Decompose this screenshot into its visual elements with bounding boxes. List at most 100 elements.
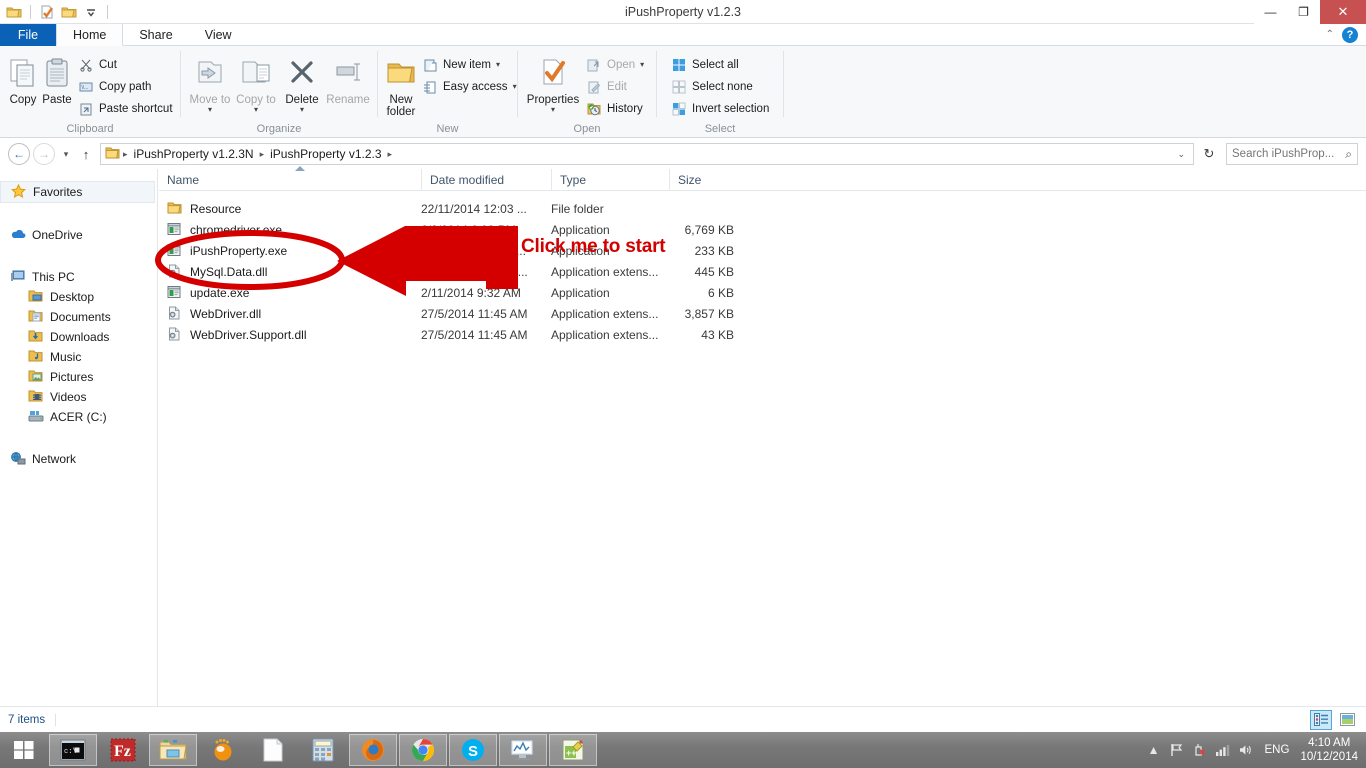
breadcrumb-separator-0[interactable]: ▸	[122, 149, 129, 160]
edit-button[interactable]: Edit	[582, 76, 648, 97]
rename-button[interactable]: Rename	[325, 50, 371, 106]
sidebar-item-videos[interactable]: Videos	[0, 387, 157, 407]
table-row[interactable]: MySql.Data.dll 18/12/2013 12:13 ... Appl…	[159, 261, 1366, 282]
copy-to-button[interactable]: Copy to ▾	[233, 50, 279, 114]
help-icon[interactable]: ?	[1342, 26, 1358, 43]
delete-button[interactable]: Delete ▾	[279, 50, 325, 114]
sidebar-item-desktop[interactable]: Desktop	[0, 287, 157, 307]
table-row[interactable]: Resource 22/11/2014 12:03 ... File folde…	[159, 198, 1366, 219]
column-header-date-modified[interactable]: Date modified	[421, 168, 551, 191]
customize-chevron-icon[interactable]	[82, 3, 100, 21]
sidebar-item-acer-c[interactable]: ACER (C:)	[0, 407, 157, 427]
new-item-icon	[422, 57, 438, 73]
minimize-button[interactable]: —	[1254, 0, 1287, 24]
easy-access-caret-icon[interactable]: ▾	[513, 83, 517, 91]
refresh-button[interactable]: ↻	[1198, 146, 1220, 162]
taskbar-item-resource-monitor[interactable]	[499, 734, 547, 766]
select-none-icon	[671, 79, 687, 95]
sidebar-item-pictures[interactable]: Pictures	[0, 367, 157, 387]
select-none-button[interactable]: Select none	[667, 76, 773, 97]
new-item-caret-icon[interactable]: ▾	[496, 61, 500, 69]
taskbar-item-chrome[interactable]	[399, 734, 447, 766]
column-header-type[interactable]: Type	[551, 168, 669, 191]
move-to-button[interactable]: Move to ▾	[187, 50, 233, 114]
properties-icon[interactable]	[38, 3, 56, 21]
flag-icon[interactable]	[1169, 742, 1185, 758]
clock[interactable]: 4:10 AM 10/12/2014	[1300, 736, 1360, 764]
show-hidden-icons-button[interactable]: ▲	[1146, 742, 1162, 758]
taskbar-item-notepad-plus-plus[interactable]: ++	[549, 734, 597, 766]
properties-caret-icon[interactable]: ▾	[551, 106, 555, 114]
table-row[interactable]: iPushProperty.exe 21/11/2014 11:22 ... A…	[159, 240, 1366, 261]
copy-button[interactable]: Copy	[6, 50, 40, 106]
taskbar-item-notepad[interactable]	[249, 734, 297, 766]
sidebar-item-onedrive[interactable]: OneDrive	[0, 225, 157, 245]
sidebar-item-this-pc[interactable]: This PC	[0, 267, 157, 287]
recent-locations-icon[interactable]: ▾	[58, 149, 74, 160]
taskbar-item-skype[interactable]: S	[449, 734, 497, 766]
details-view-button[interactable]	[1310, 709, 1332, 730]
breadcrumb-separator-2[interactable]: ▸	[387, 149, 394, 160]
collapse-ribbon-icon[interactable]: ⌃	[1326, 29, 1334, 40]
sidebar-item-favorites[interactable]: Favorites	[0, 181, 155, 203]
up-button[interactable]: ↑	[76, 147, 96, 162]
easy-access-button[interactable]: Easy access ▾	[418, 76, 521, 97]
table-row[interactable]: WebDriver.Support.dll 27/5/2014 11:45 AM…	[159, 324, 1366, 345]
restore-button[interactable]: ❐	[1287, 0, 1320, 24]
sidebar-item-network[interactable]: Network	[0, 449, 157, 469]
large-icons-view-button[interactable]	[1336, 710, 1358, 730]
taskbar-item-command-prompt[interactable]: c:\	[49, 734, 97, 766]
breadcrumb-dropdown-icon[interactable]: ⌄	[1177, 149, 1189, 160]
tab-view[interactable]: View	[189, 24, 248, 46]
taskbar-item-vlc[interactable]	[199, 734, 247, 766]
new-item-button[interactable]: New item ▾	[418, 54, 521, 75]
desktop-folder-icon	[28, 289, 44, 305]
breadcrumb-item-1[interactable]: iPushProperty v1.2.3	[267, 147, 384, 161]
delete-caret-icon[interactable]: ▾	[300, 106, 304, 114]
cut-label: Cut	[99, 58, 117, 71]
start-button[interactable]	[0, 732, 48, 768]
paste-shortcut-button[interactable]: Paste shortcut	[74, 98, 177, 119]
table-row[interactable]: update.exe 2/11/2014 9:32 AM Application…	[159, 282, 1366, 303]
properties-button[interactable]: Properties ▾	[524, 50, 582, 114]
breadcrumb-item-0[interactable]: iPushProperty v1.2.3N	[131, 147, 257, 161]
copy-to-icon	[239, 53, 273, 93]
forward-button[interactable]: →	[33, 143, 55, 165]
signal-bars-icon[interactable]	[1215, 742, 1231, 758]
sidebar-item-music[interactable]: Music	[0, 347, 157, 367]
paste-button[interactable]: Paste	[40, 50, 74, 106]
search-box[interactable]: Search iPushProp... ⌕	[1226, 143, 1358, 165]
history-button[interactable]: History	[582, 98, 648, 119]
copy-path-button[interactable]: \\... Copy path	[74, 76, 177, 97]
open-button[interactable]: Open ▾	[582, 54, 648, 75]
tab-share[interactable]: Share	[123, 24, 188, 46]
tab-file[interactable]: File	[0, 24, 56, 46]
back-button[interactable]: ←	[8, 143, 30, 165]
breadcrumb[interactable]: ▸ iPushProperty v1.2.3N ▸ iPushProperty …	[100, 143, 1194, 165]
folder-icon[interactable]	[5, 3, 23, 21]
breadcrumb-separator-1[interactable]: ▸	[259, 149, 266, 160]
sidebar-item-downloads[interactable]: Downloads	[0, 327, 157, 347]
sidebar-item-documents[interactable]: Documents	[0, 307, 157, 327]
table-row[interactable]: chromedriver.exe 6/2/2014 6:09 PM Applic…	[159, 219, 1366, 240]
tab-home[interactable]: Home	[56, 24, 124, 46]
copy-to-caret-icon[interactable]: ▾	[254, 106, 258, 114]
open-caret-icon[interactable]: ▾	[640, 61, 644, 69]
column-header-name[interactable]: Name	[159, 169, 421, 191]
language-indicator[interactable]: ENG	[1261, 744, 1294, 756]
table-row[interactable]: WebDriver.dll 27/5/2014 11:45 AM Applica…	[159, 303, 1366, 324]
close-button[interactable]: ✕	[1320, 0, 1366, 24]
battery-error-icon[interactable]	[1192, 742, 1208, 758]
column-header-size[interactable]: Size	[669, 168, 749, 191]
new-folder-button[interactable]: New folder	[384, 50, 418, 118]
select-all-button[interactable]: Select all	[667, 54, 773, 75]
taskbar-item-file-explorer[interactable]	[149, 734, 197, 766]
cut-button[interactable]: Cut	[74, 54, 177, 75]
taskbar-item-filezilla[interactable]: Fz	[99, 734, 147, 766]
speaker-icon[interactable]	[1238, 742, 1254, 758]
move-to-caret-icon[interactable]: ▾	[208, 106, 212, 114]
invert-selection-button[interactable]: Invert selection	[667, 98, 773, 119]
taskbar-item-calculator[interactable]	[299, 734, 347, 766]
new-folder-icon[interactable]	[60, 3, 78, 21]
taskbar-item-firefox[interactable]	[349, 734, 397, 766]
